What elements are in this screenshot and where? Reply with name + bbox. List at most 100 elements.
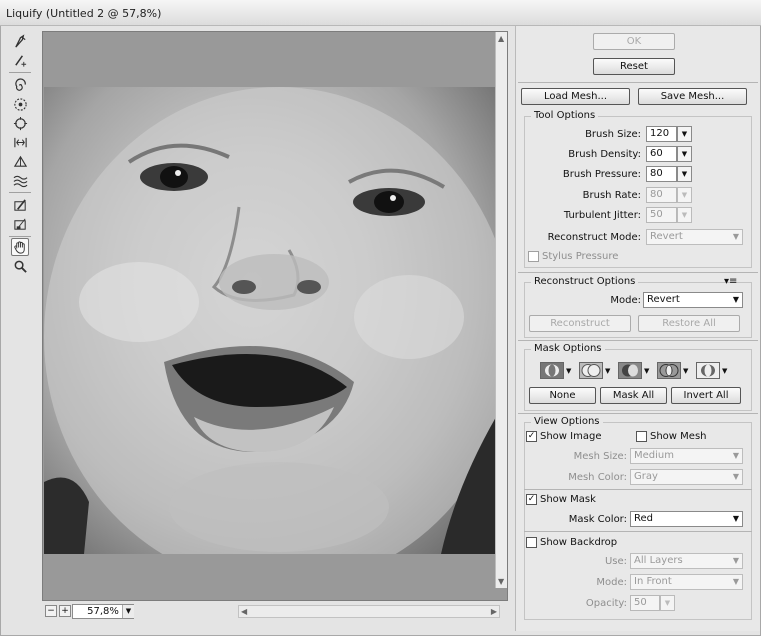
backdrop-opacity-field: 50 xyxy=(630,595,660,611)
reconstruct-options-mode-select[interactable]: Revert ▼ xyxy=(643,292,743,308)
brush-size-field[interactable]: 120 xyxy=(646,126,677,142)
invert-all-button[interactable]: Invert All xyxy=(671,387,741,404)
pucker-tool-icon[interactable] xyxy=(11,95,29,113)
brush-size-dropdown-icon[interactable]: ▼ xyxy=(677,126,692,142)
intersect-selection-icon[interactable] xyxy=(657,362,681,379)
brush-density-field[interactable]: 60 xyxy=(646,146,677,162)
brush-pressure-label: Brush Pressure: xyxy=(562,169,641,180)
add-to-selection-icon[interactable] xyxy=(579,362,603,379)
liquify-window: ▲ ▼ − + 57,8% ▼ ◀ ▶ OK Reset Load Mesh..… xyxy=(0,26,761,636)
scroll-left-icon[interactable]: ◀ xyxy=(241,607,247,616)
vertical-scrollbar[interactable]: ▲ ▼ xyxy=(495,32,507,588)
panel-divider xyxy=(518,340,758,341)
checkbox-box xyxy=(528,251,539,262)
chevron-down-icon: ▼ xyxy=(732,577,739,586)
mask-none-button[interactable]: None xyxy=(529,387,596,404)
load-mesh-button[interactable]: Load Mesh... xyxy=(521,88,630,105)
turbulence-tool-icon[interactable] xyxy=(11,171,29,189)
horizontal-scrollbar[interactable]: ◀ ▶ xyxy=(238,605,500,618)
mirror-tool-icon[interactable] xyxy=(11,152,29,170)
chevron-down-icon[interactable]: ▼ xyxy=(566,367,572,375)
tool-separator xyxy=(9,192,31,193)
twirl-tool-icon[interactable] xyxy=(11,76,29,94)
checkbox-box xyxy=(636,431,647,442)
view-options-title: View Options xyxy=(531,416,603,427)
mask-all-button[interactable]: Mask All xyxy=(600,387,667,404)
chevron-down-icon[interactable]: ▼ xyxy=(722,367,728,375)
zoom-in-button[interactable]: + xyxy=(59,605,71,617)
stylus-pressure-checkbox: Stylus Pressure xyxy=(528,251,618,262)
brush-rate-dropdown-icon: ▼ xyxy=(677,187,692,203)
scroll-up-icon[interactable]: ▲ xyxy=(498,34,504,43)
hand-tool-icon[interactable] xyxy=(11,238,29,256)
mesh-size-value: Medium xyxy=(634,450,674,461)
zoom-tool-icon[interactable] xyxy=(11,257,29,275)
zoom-level-value: 57,8% xyxy=(87,606,119,617)
scroll-down-icon[interactable]: ▼ xyxy=(498,577,504,586)
reconstruct-tool-icon[interactable] xyxy=(11,51,29,69)
chevron-down-icon[interactable]: ▼ xyxy=(605,367,611,375)
options-panel: OK Reset Load Mesh... Save Mesh... Tool … xyxy=(515,26,760,631)
mesh-color-value: Gray xyxy=(634,471,658,482)
brush-rate-label: Brush Rate: xyxy=(582,190,641,201)
show-mesh-label: Show Mesh xyxy=(650,431,707,442)
preview-canvas[interactable]: ▲ ▼ xyxy=(42,31,508,601)
reset-button[interactable]: Reset xyxy=(593,58,675,75)
backdrop-mode-value: In Front xyxy=(634,576,672,587)
chevron-down-icon: ▼ xyxy=(732,451,739,460)
baby-face-illustration xyxy=(44,87,496,554)
replace-selection-icon[interactable] xyxy=(540,362,564,379)
mask-color-value: Red xyxy=(634,513,653,524)
freeze-mask-tool-icon[interactable] xyxy=(11,196,29,214)
forward-warp-tool-icon[interactable] xyxy=(11,32,29,50)
show-mask-checkbox[interactable]: ✓ Show Mask xyxy=(526,494,596,505)
toolbox xyxy=(7,32,33,275)
subtract-from-selection-icon[interactable] xyxy=(618,362,642,379)
chevron-down-icon: ▼ xyxy=(732,514,739,523)
turbulent-jitter-field: 50 xyxy=(646,207,677,223)
bloat-tool-icon[interactable] xyxy=(11,114,29,132)
turbulent-jitter-label: Turbulent Jitter: xyxy=(563,210,641,221)
brush-density-dropdown-icon[interactable]: ▼ xyxy=(677,146,692,162)
mask-color-select[interactable]: Red ▼ xyxy=(630,511,743,527)
backdrop-use-select: All Layers ▼ xyxy=(630,553,743,569)
backdrop-opacity-label: Opacity: xyxy=(585,598,627,609)
opacity-dropdown-icon: ▼ xyxy=(660,595,675,611)
chevron-down-icon[interactable]: ▼ xyxy=(683,367,689,375)
show-backdrop-label: Show Backdrop xyxy=(540,537,618,548)
invert-selection-icon[interactable] xyxy=(696,362,720,379)
view-divider xyxy=(524,531,752,532)
scroll-right-icon[interactable]: ▶ xyxy=(491,607,497,616)
zoom-out-button[interactable]: − xyxy=(45,605,57,617)
chevron-down-icon: ▼ xyxy=(732,556,739,565)
backdrop-use-value: All Layers xyxy=(634,555,683,566)
reconstruct-mode-label: Reconstruct Mode: xyxy=(547,232,641,243)
save-mesh-button[interactable]: Save Mesh... xyxy=(638,88,747,105)
restore-all-button[interactable]: Restore All xyxy=(638,315,740,332)
zoom-dropdown-icon[interactable]: ▼ xyxy=(122,605,134,618)
brush-pressure-field[interactable]: 80 xyxy=(646,166,677,182)
show-backdrop-checkbox[interactable]: Show Backdrop xyxy=(526,537,617,548)
push-left-tool-icon[interactable] xyxy=(11,133,29,151)
chevron-down-icon: ▼ xyxy=(732,295,739,304)
show-image-checkbox[interactable]: ✓ Show Image xyxy=(526,431,601,442)
thaw-mask-tool-icon[interactable] xyxy=(11,215,29,233)
panel-divider xyxy=(518,272,758,273)
reconstruct-button[interactable]: Reconstruct xyxy=(529,315,631,332)
brush-density-label: Brush Density: xyxy=(568,149,641,160)
checkmark-icon: ✓ xyxy=(526,494,537,505)
checkmark-icon: ✓ xyxy=(526,431,537,442)
tool-options-title: Tool Options xyxy=(531,110,599,121)
tool-separator xyxy=(9,236,31,237)
chevron-down-icon: ▼ xyxy=(732,232,739,241)
chevron-down-icon[interactable]: ▼ xyxy=(644,367,650,375)
brush-size-label: Brush Size: xyxy=(585,129,641,140)
flyout-menu-icon[interactable]: ▾≡ xyxy=(724,276,737,287)
mesh-color-label: Mesh Color: xyxy=(568,472,627,483)
mesh-size-select: Medium ▼ xyxy=(630,448,743,464)
chevron-down-icon: ▼ xyxy=(732,472,739,481)
checkbox-box xyxy=(526,537,537,548)
ok-button[interactable]: OK xyxy=(593,33,675,50)
brush-pressure-dropdown-icon[interactable]: ▼ xyxy=(677,166,692,182)
show-mesh-checkbox[interactable]: Show Mesh xyxy=(636,431,707,442)
